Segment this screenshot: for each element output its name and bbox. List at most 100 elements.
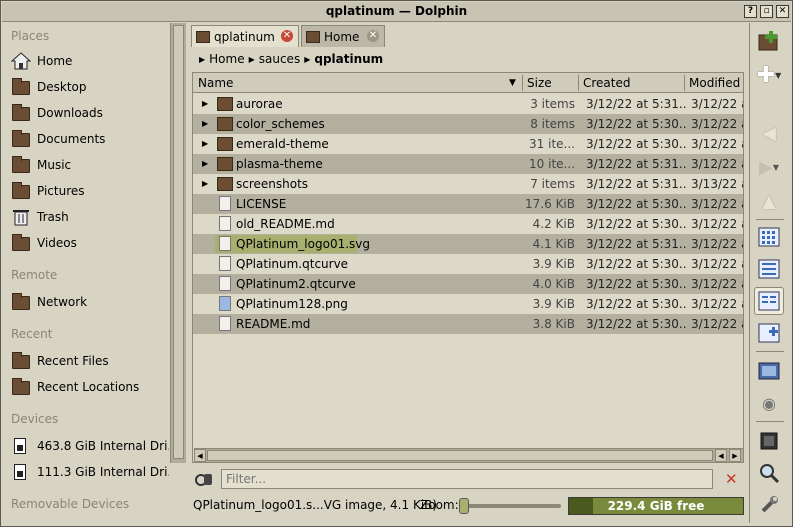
- expand-arrow-icon[interactable]: ▶: [202, 99, 208, 108]
- file-row[interactable]: old_README.md 4.2 KiB 3/12/22 at 5:30... 3/…: [193, 214, 743, 234]
- forward-icon[interactable]: ▶ ▼: [754, 153, 784, 181]
- compact-view-icon[interactable]: [754, 287, 784, 315]
- file-modified: 3/12/22 a: [691, 97, 743, 111]
- places-section-header: Devices: [11, 412, 59, 426]
- up-icon[interactable]: ▲: [754, 187, 784, 215]
- file-row[interactable]: ▶ emerald-theme 31 ite... 3/12/22 at 5:30..…: [193, 134, 743, 154]
- horizontal-scrollbar[interactable]: ◀ ◀ ▶: [194, 448, 743, 462]
- places-item-label: Trash: [37, 210, 69, 224]
- details-view-icon[interactable]: [754, 255, 784, 283]
- breadcrumb-arrow-icon[interactable]: ▶: [249, 55, 255, 64]
- breadcrumb-arrow-icon: ▶: [199, 54, 206, 64]
- breadcrumb-item-sauces[interactable]: sauces: [259, 52, 300, 66]
- close-button[interactable]: ✕: [776, 5, 789, 18]
- places-item[interactable]: Desktop: [11, 76, 169, 98]
- file-row[interactable]: LICENSE 17.6 KiB 3/12/22 at 5:30... 3/12/22…: [193, 194, 743, 214]
- folder-icon: [11, 156, 31, 174]
- split-view-icon[interactable]: [754, 319, 784, 347]
- title-bar[interactable]: qplatinum — Dolphin ? ▫ ✕: [2, 2, 791, 22]
- places-item[interactable]: Recent Locations: [11, 376, 169, 398]
- places-item[interactable]: 111.3 GiB Internal Dri...: [11, 461, 169, 483]
- places-item-label: 111.3 GiB Internal Dri...: [37, 465, 169, 479]
- folder-icon: [217, 177, 233, 191]
- file-size: 3 items: [530, 97, 575, 111]
- maximize-button[interactable]: ▫: [760, 5, 773, 18]
- file-row[interactable]: QPlatinum.qtcurve 3.9 KiB 3/12/22 at 5:30.…: [193, 254, 743, 274]
- file-row[interactable]: QPlatinum128.png 3.9 KiB 3/12/22 at 5:30..…: [193, 294, 743, 314]
- search-icon[interactable]: [754, 459, 784, 487]
- file-row[interactable]: QPlatinum_logo01.svg 4.1 KiB 3/12/22 at 5:…: [193, 234, 743, 254]
- help-button[interactable]: ?: [744, 5, 757, 18]
- file-icon: [219, 236, 231, 251]
- file-row[interactable]: ▶ screenshots 7 items 3/12/22 at 5:31... 3/1…: [193, 174, 743, 194]
- places-item[interactable]: Pictures: [11, 180, 169, 202]
- close-tab-icon[interactable]: ✕: [367, 30, 379, 42]
- file-row[interactable]: ▶ aurorae 3 items 3/12/22 at 5:31... 3/12/22…: [193, 94, 743, 114]
- file-row[interactable]: ▶ color_schemes 8 items 3/12/22 at 5:30... 3…: [193, 114, 743, 134]
- clear-filter-icon[interactable]: ✕: [725, 470, 738, 488]
- column-name[interactable]: Name: [198, 76, 233, 90]
- scroll-left-icon[interactable]: ◀: [715, 449, 727, 462]
- folder-icon: [11, 104, 31, 122]
- column-size[interactable]: Size: [527, 76, 552, 90]
- new-folder-icon[interactable]: [754, 27, 784, 55]
- file-icon: [219, 316, 231, 331]
- sort-arrow-icon[interactable]: ▼: [509, 78, 516, 88]
- expand-arrow-icon[interactable]: ▶: [202, 139, 208, 148]
- places-item[interactable]: Recent Files: [11, 350, 169, 372]
- places-item[interactable]: Music: [11, 154, 169, 176]
- tab-home[interactable]: Home ✕: [301, 25, 385, 47]
- file-name: plasma-theme: [236, 157, 323, 171]
- places-item[interactable]: Videos: [11, 232, 169, 254]
- column-divider[interactable]: [578, 75, 579, 91]
- free-space-bar[interactable]: 229.4 GiB free: [568, 497, 744, 515]
- image-file-icon: [219, 296, 231, 311]
- file-row[interactable]: README.md 3.8 KiB 3/12/22 at 5:30... 3/12/2…: [193, 314, 743, 334]
- zoom-slider-track[interactable]: [461, 504, 561, 508]
- file-size: 4.1 KiB: [532, 237, 575, 251]
- close-tab-icon[interactable]: ✕: [281, 30, 293, 42]
- file-size: 10 ite...: [529, 157, 575, 171]
- hidden-files-icon[interactable]: ◉: [754, 389, 784, 417]
- expand-arrow-icon[interactable]: ▶: [202, 179, 208, 188]
- places-item[interactable]: Downloads: [11, 102, 169, 124]
- places-scrollbar-thumb[interactable]: [173, 25, 184, 459]
- file-row[interactable]: ▶ plasma-theme 10 ite... 3/12/22 at 5:31...…: [193, 154, 743, 174]
- horizontal-scrollbar-thumb[interactable]: [207, 450, 713, 461]
- places-scrollbar[interactable]: [170, 23, 186, 463]
- zoom-slider-handle[interactable]: [459, 498, 469, 514]
- preview-icon[interactable]: [754, 357, 784, 385]
- file-size: 7 items: [530, 177, 575, 191]
- places-item[interactable]: Documents: [11, 128, 169, 150]
- places-item[interactable]: Home: [10, 50, 169, 72]
- file-modified: 3/12/22 a: [691, 297, 743, 311]
- places-item[interactable]: 463.8 GiB Internal Dri...: [11, 435, 169, 457]
- settings-icon[interactable]: [754, 491, 784, 519]
- filter-lock-icon[interactable]: [195, 471, 213, 487]
- breadcrumb-item-home[interactable]: Home: [209, 52, 244, 66]
- column-divider[interactable]: [522, 75, 523, 91]
- scroll-right-icon[interactable]: ▶: [729, 449, 741, 462]
- tab-qplatinum[interactable]: qplatinum ✕: [191, 25, 299, 47]
- expand-arrow-icon[interactable]: ▶: [202, 159, 208, 168]
- scroll-left-icon[interactable]: ◀: [194, 449, 206, 462]
- file-row[interactable]: QPlatinum2.qtcurve 4.0 KiB 3/12/22 at 5:30…: [193, 274, 743, 294]
- column-created[interactable]: Created: [583, 76, 631, 90]
- column-modified[interactable]: Modified: [689, 76, 740, 90]
- back-icon[interactable]: ◀: [754, 119, 784, 147]
- column-divider[interactable]: [684, 75, 685, 91]
- file-view[interactable]: Name ▼ Size Created Modified ▶ aurorae 3 i…: [192, 72, 744, 463]
- places-item-label: Recent Files: [37, 354, 109, 368]
- file-modified: 3/12/22 a: [691, 277, 743, 291]
- file-modified: 3/12/22 a: [691, 237, 743, 251]
- breadcrumb-arrow-icon[interactable]: ▶: [304, 55, 310, 64]
- places-item[interactable]: Trash: [11, 206, 169, 228]
- places-item[interactable]: Network: [11, 291, 169, 313]
- expand-arrow-icon[interactable]: ▶: [202, 119, 208, 128]
- places-section-header: Places: [11, 29, 50, 43]
- terminal-icon[interactable]: [754, 427, 784, 455]
- breadcrumb-item-current[interactable]: qplatinum: [314, 52, 383, 66]
- icons-view-icon[interactable]: [754, 223, 784, 251]
- filter-input[interactable]: [221, 469, 713, 489]
- new-tab-icon[interactable]: ✚ ▼: [754, 61, 784, 89]
